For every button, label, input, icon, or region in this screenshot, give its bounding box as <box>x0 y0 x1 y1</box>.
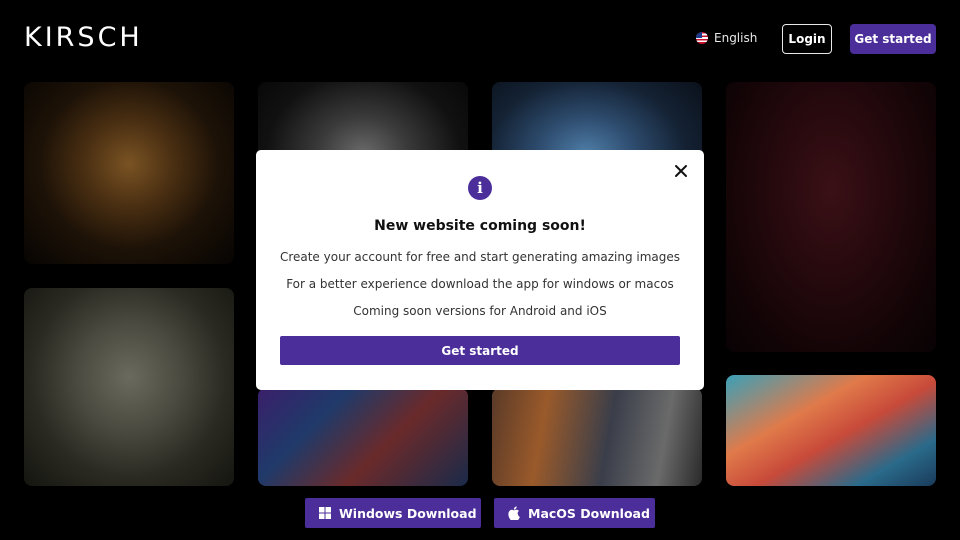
modal-text-line: Coming soon versions for Android and iOS <box>353 304 607 318</box>
language-selector[interactable]: English <box>696 31 757 45</box>
windows-icon <box>319 507 331 519</box>
windows-download-label: Windows Download <box>339 505 477 521</box>
gallery-image-dark-red[interactable] <box>726 82 936 352</box>
modal-get-started-button[interactable]: Get started <box>280 336 680 365</box>
language-label: English <box>714 31 758 45</box>
modal-text-line: For a better experience download the app… <box>286 277 674 291</box>
macos-download-button[interactable]: MacOS Download <box>494 498 655 528</box>
windows-download-button[interactable]: Windows Download <box>305 498 481 528</box>
modal-title: New website coming soon! <box>374 218 586 234</box>
macos-download-label: MacOS Download <box>528 505 650 521</box>
gallery-image-wolf[interactable] <box>24 288 234 486</box>
us-flag-icon <box>696 32 708 44</box>
info-icon: i <box>468 176 492 200</box>
header-get-started-button[interactable]: Get started <box>850 24 936 54</box>
gallery-image-mosaic[interactable] <box>258 388 468 486</box>
apple-icon <box>508 506 520 520</box>
gallery-image-anime-girl[interactable] <box>726 375 936 486</box>
login-button[interactable]: Login <box>782 24 832 54</box>
modal-text-line: Create your account for free and start g… <box>279 250 681 264</box>
site-header: KIRSCH English Login Get started <box>0 0 960 78</box>
site-logo[interactable]: KIRSCH <box>24 22 143 53</box>
gallery-image-bee[interactable] <box>24 82 234 264</box>
announcement-modal: i New website coming soon! Create your a… <box>256 150 704 390</box>
close-icon[interactable] <box>672 162 690 180</box>
gallery-image-city[interactable] <box>492 388 702 486</box>
